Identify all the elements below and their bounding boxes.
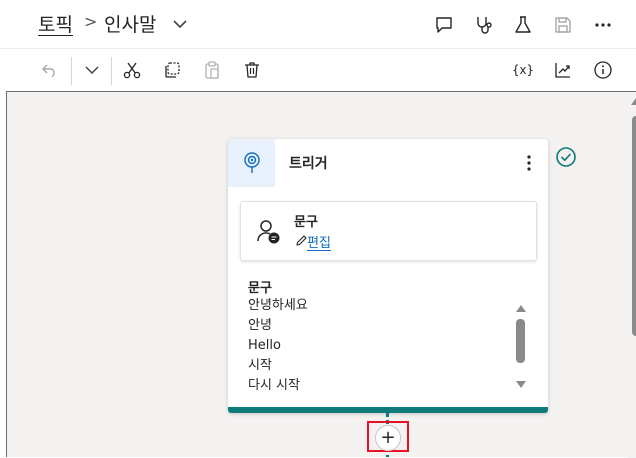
list-scroll-up-icon[interactable] <box>516 305 526 312</box>
info-icon[interactable] <box>591 58 615 82</box>
delete-icon[interactable] <box>240 58 264 82</box>
cut-icon[interactable] <box>120 58 144 82</box>
breadcrumb-current: 인사말 <box>104 14 157 36</box>
chevron-down-icon[interactable] <box>80 58 104 82</box>
save-icon[interactable] <box>551 13 575 37</box>
undo-icon[interactable] <box>38 58 62 82</box>
more-icon[interactable] <box>591 13 615 37</box>
toolbar-divider <box>111 57 112 85</box>
flask-icon[interactable] <box>511 13 535 37</box>
toolbar-divider <box>71 57 72 85</box>
list-item: 다시 시작 <box>248 378 300 393</box>
trigger-icon <box>244 152 260 173</box>
list-item: Hello <box>248 338 281 353</box>
topic-header: 토픽 > 인사말 <box>0 0 636 48</box>
checkmark-circle-icon <box>556 147 576 167</box>
phrases-list: 안녕하세요 안녕 Hello 시작 다시 시작 <box>248 296 308 396</box>
list-item: 안녕 <box>248 318 272 333</box>
canvas-toolbar: {x} <box>0 48 636 91</box>
list-item: 시작 <box>248 358 272 373</box>
scroll-up-arrow-icon[interactable] <box>631 98 636 105</box>
variables-icon[interactable]: {x} <box>510 58 536 82</box>
trigger-node-card[interactable]: 트리거 문구 편집 문구 안녕하세요 안녕 Hello 시작 다시 시작 <box>228 139 548 413</box>
chevron-down-icon[interactable] <box>168 12 192 36</box>
list-item: 안녕하세요 <box>248 298 308 313</box>
list-scrollbar-thumb[interactable] <box>516 319 525 363</box>
paste-icon[interactable] <box>200 58 224 82</box>
add-node-button[interactable]: + <box>375 425 401 451</box>
person-chat-icon <box>257 220 280 244</box>
list-scroll-down-icon[interactable] <box>516 381 526 388</box>
phrases-panel: 문구 편집 <box>240 201 537 261</box>
chat-bubble-icon[interactable] <box>432 13 456 37</box>
more-vertical-icon[interactable] <box>524 153 534 173</box>
canvas-scrollbar-thumb[interactable] <box>632 116 636 336</box>
breadcrumb-topic-link[interactable]: 토픽 <box>38 10 73 37</box>
phrases-label: 문구 <box>294 215 318 230</box>
copy-icon[interactable] <box>160 58 184 82</box>
trigger-icon-container <box>228 139 275 187</box>
trigger-title: 트리거 <box>289 156 328 172</box>
stethoscope-icon[interactable] <box>472 13 496 37</box>
trigger-node-header: 트리거 <box>228 139 548 187</box>
breadcrumb-separator: > <box>84 12 98 31</box>
edit-phrases-link[interactable]: 편집 <box>307 232 331 251</box>
phrases-list-title: 문구 <box>248 281 272 296</box>
analytics-icon[interactable] <box>551 58 575 82</box>
